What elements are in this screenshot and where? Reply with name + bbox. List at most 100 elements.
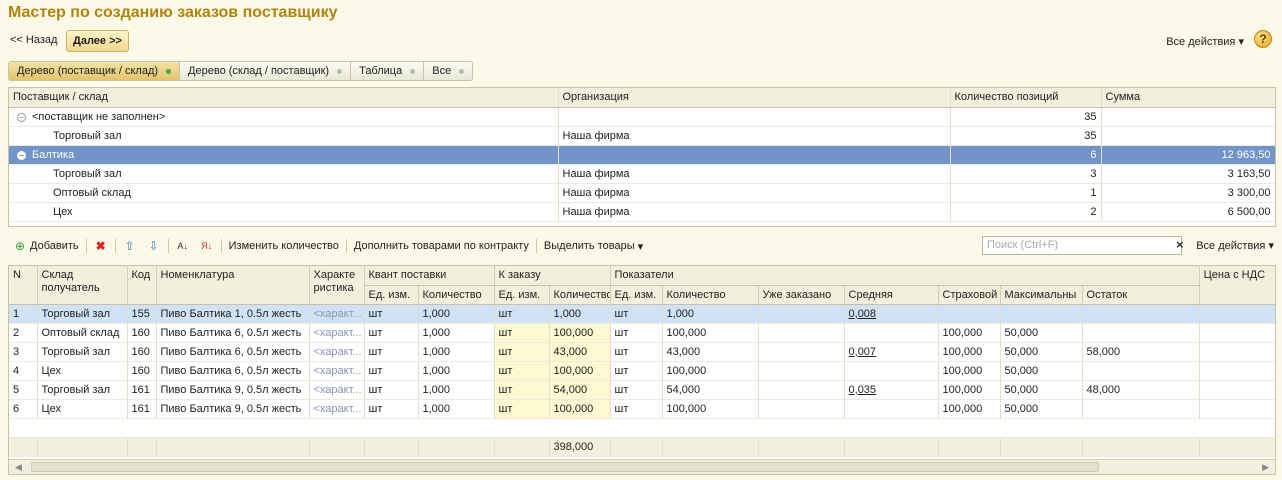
cell-code[interactable]: 160 bbox=[127, 323, 157, 343]
cell-max[interactable]: 50,000 bbox=[1000, 323, 1083, 343]
cell-rest[interactable] bbox=[1082, 361, 1200, 381]
column-header-qty[interactable]: Количество bbox=[549, 285, 611, 305]
cell-safety[interactable]: 100,000 bbox=[938, 342, 1001, 362]
cell-safety[interactable] bbox=[938, 304, 1001, 324]
cell-ind-unit[interactable]: шт bbox=[610, 361, 663, 381]
cell-already-ordered[interactable] bbox=[758, 323, 845, 343]
table-row[interactable]: Оптовый склад Наша фирма 1 3 300,00 bbox=[9, 183, 1275, 203]
cell-ind-unit[interactable]: шт bbox=[610, 399, 663, 419]
cell-already-ordered[interactable] bbox=[758, 304, 845, 324]
cell-quant-qty[interactable]: 1,000 bbox=[418, 342, 495, 362]
cell-price-vat[interactable] bbox=[1199, 304, 1275, 324]
cell-quant-qty[interactable]: 1,000 bbox=[418, 399, 495, 419]
all-actions-menu[interactable]: Все действия ▾ bbox=[1196, 239, 1274, 252]
column-header-characteristic[interactable]: Характе ристика bbox=[309, 266, 365, 305]
cell-n[interactable]: 3 bbox=[9, 342, 38, 362]
cell-nomenclature[interactable]: Пиво Балтика 6, 0.5л жесть bbox=[156, 342, 310, 362]
sort-desc-button[interactable]: Я↓ bbox=[195, 239, 219, 253]
column-header-unit[interactable]: Ед. изм. bbox=[364, 285, 419, 305]
column-header-rest[interactable]: Остаток bbox=[1082, 285, 1200, 305]
cell-already-ordered[interactable] bbox=[758, 399, 845, 419]
cell-order-unit[interactable]: шт bbox=[494, 304, 550, 324]
next-button[interactable]: Далее >> bbox=[66, 30, 129, 52]
cell-rest[interactable] bbox=[1082, 399, 1200, 419]
cell-order-qty[interactable]: 54,000 bbox=[549, 380, 611, 400]
table-row-selected[interactable]: − Балтика 6 12 963,50 bbox=[9, 145, 1275, 165]
cell-quant-qty[interactable]: 1,000 bbox=[418, 323, 495, 343]
cell-order-qty[interactable]: 1,000 bbox=[549, 304, 611, 324]
table-row-selected[interactable]: 1 Торговый зал 155 Пиво Балтика 1, 0.5л жес… bbox=[9, 304, 1275, 324]
cell-code[interactable]: 155 bbox=[127, 304, 157, 324]
move-down-button[interactable]: ⇩ bbox=[142, 239, 166, 253]
cell-ind-unit[interactable]: шт bbox=[610, 304, 663, 324]
table-row[interactable]: Торговый зал Наша фирма 3 3 163,50 bbox=[9, 164, 1275, 184]
cell-nomenclature[interactable]: Пиво Балтика 9, 0.5л жесть bbox=[156, 380, 310, 400]
search-input[interactable]: Поиск (Ctrl+F) bbox=[982, 236, 1182, 255]
column-group-indicators[interactable]: Показатели bbox=[610, 266, 1200, 286]
cell-nomenclature[interactable]: Пиво Балтика 9, 0.5л жесть bbox=[156, 399, 310, 419]
cell-ind-qty[interactable]: 100,000 bbox=[662, 399, 759, 419]
cell-quant-unit[interactable]: шт bbox=[364, 323, 419, 343]
cell-safety[interactable]: 100,000 bbox=[938, 399, 1001, 419]
tab-tree-warehouse-supplier[interactable]: Дерево (склад / поставщик) bbox=[180, 62, 352, 80]
clear-search-icon[interactable]: × bbox=[1176, 237, 1184, 252]
cell-ind-qty[interactable]: 43,000 bbox=[662, 342, 759, 362]
table-row[interactable]: Торговый зал Наша фирма 35 bbox=[9, 126, 1275, 146]
cell-characteristic[interactable]: <характ... bbox=[309, 380, 365, 400]
cell-warehouse[interactable]: Цех bbox=[37, 399, 128, 419]
cell-max[interactable] bbox=[1000, 304, 1083, 324]
cell-safety[interactable]: 100,000 bbox=[938, 361, 1001, 381]
cell-quant-qty[interactable]: 1,000 bbox=[418, 380, 495, 400]
cell-ind-qty[interactable]: 1,000 bbox=[662, 304, 759, 324]
cell-code[interactable]: 160 bbox=[127, 342, 157, 362]
cell-characteristic[interactable]: <характ... bbox=[309, 342, 365, 362]
cell-average[interactable]: 0,008 bbox=[844, 304, 939, 324]
move-up-button[interactable]: ⇧ bbox=[118, 239, 142, 253]
cell-ind-qty[interactable]: 100,000 bbox=[662, 361, 759, 381]
cell-n[interactable]: 2 bbox=[9, 323, 38, 343]
cell-order-qty[interactable]: 100,000 bbox=[549, 323, 611, 343]
tab-all[interactable]: Все bbox=[424, 62, 472, 80]
column-header-code[interactable]: Код bbox=[127, 266, 157, 305]
table-row[interactable]: − <поставщик не заполнен> 35 bbox=[9, 107, 1275, 127]
cell-rest[interactable] bbox=[1082, 304, 1200, 324]
cell-nomenclature[interactable]: Пиво Балтика 6, 0.5л жесть bbox=[156, 361, 310, 381]
table-row[interactable]: 5 Торговый зал 161 Пиво Балтика 9, 0.5л жес… bbox=[9, 380, 1275, 400]
cell-code[interactable]: 161 bbox=[127, 380, 157, 400]
cell-already-ordered[interactable] bbox=[758, 380, 845, 400]
cell-ind-qty[interactable]: 100,000 bbox=[662, 323, 759, 343]
cell-average[interactable] bbox=[844, 399, 939, 419]
cell-characteristic[interactable]: <характ... bbox=[309, 304, 365, 324]
horizontal-scrollbar[interactable]: ◀ ▶ bbox=[9, 459, 1275, 474]
cell-order-qty[interactable]: 43,000 bbox=[549, 342, 611, 362]
select-goods-menu[interactable]: Выделить товары ▾ bbox=[539, 240, 648, 253]
cell-price-vat[interactable] bbox=[1199, 399, 1275, 419]
cell-n[interactable]: 6 bbox=[9, 399, 38, 419]
cell-quant-unit[interactable]: шт bbox=[364, 361, 419, 381]
all-actions-menu[interactable]: Все действия ▾ bbox=[1166, 35, 1244, 48]
cell-order-unit[interactable]: шт bbox=[494, 399, 550, 419]
cell-ind-qty[interactable]: 54,000 bbox=[662, 380, 759, 400]
tab-tree-supplier-warehouse[interactable]: Дерево (поставщик / склад) bbox=[9, 62, 181, 80]
collapse-icon[interactable]: − bbox=[17, 150, 26, 160]
cell-quant-qty[interactable]: 1,000 bbox=[418, 361, 495, 381]
scroll-left-icon[interactable]: ◀ bbox=[15, 462, 22, 473]
column-header[interactable]: Поставщик / склад bbox=[9, 88, 559, 108]
cell-rest[interactable]: 48,000 bbox=[1082, 380, 1200, 400]
cell-ind-unit[interactable]: шт bbox=[610, 323, 663, 343]
cell-order-unit[interactable]: шт bbox=[494, 361, 550, 381]
scrollbar-thumb[interactable] bbox=[31, 462, 1099, 472]
help-icon[interactable]: ? bbox=[1254, 30, 1272, 48]
cell-nomenclature[interactable]: Пиво Балтика 1, 0.5л жесть bbox=[156, 304, 310, 324]
cell-price-vat[interactable] bbox=[1199, 323, 1275, 343]
cell-ind-unit[interactable]: шт bbox=[610, 380, 663, 400]
column-header-max[interactable]: Максимальны bbox=[1000, 285, 1083, 305]
cell-safety[interactable]: 100,000 bbox=[938, 323, 1001, 343]
column-header-qty[interactable]: Количество bbox=[662, 285, 759, 305]
cell-code[interactable]: 160 bbox=[127, 361, 157, 381]
cell-order-unit[interactable]: шт bbox=[494, 323, 550, 343]
cell-safety[interactable]: 100,000 bbox=[938, 380, 1001, 400]
cell-characteristic[interactable]: <характ... bbox=[309, 323, 365, 343]
cell-warehouse[interactable]: Торговый зал bbox=[37, 304, 128, 324]
column-header-warehouse[interactable]: Склад получатель bbox=[37, 266, 128, 305]
